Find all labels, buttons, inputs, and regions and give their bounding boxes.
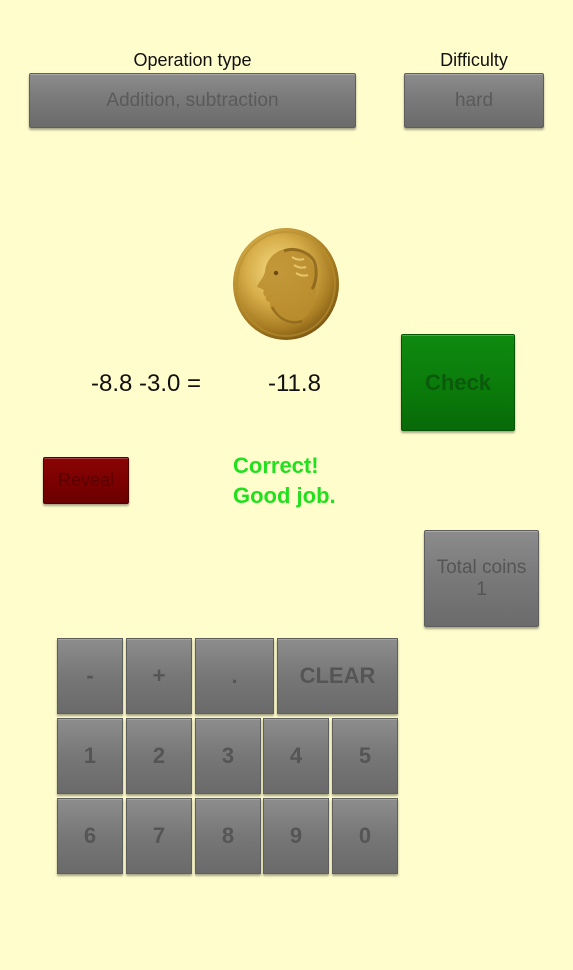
key-4[interactable]: 4 — [263, 718, 329, 794]
reveal-button[interactable]: Reveal — [43, 457, 129, 504]
difficulty-label: Difficulty — [440, 50, 508, 70]
key-plus[interactable]: + — [126, 638, 192, 714]
equation-text: -8.8 -3.0 = — [91, 370, 202, 397]
key-clear[interactable]: CLEAR — [277, 638, 398, 714]
operation-type-selector[interactable]: Addition, subtraction — [29, 73, 356, 128]
key-3[interactable]: 3 — [195, 718, 261, 794]
total-coins-label: Total coins — [436, 556, 527, 578]
feedback-line-good-job: Good job. — [233, 483, 336, 508]
key-dot[interactable]: . — [195, 638, 274, 714]
key-minus[interactable]: - — [57, 638, 123, 714]
key-9[interactable]: 9 — [263, 798, 329, 874]
answer-display: -11.8 — [268, 370, 321, 397]
key-0[interactable]: 0 — [332, 798, 398, 874]
gold-coin-icon — [232, 227, 341, 342]
key-2[interactable]: 2 — [126, 718, 192, 794]
operation-type-label: Operation type — [133, 50, 252, 70]
key-1[interactable]: 1 — [57, 718, 123, 794]
check-button[interactable]: Check — [401, 334, 515, 431]
total-coins-count: 1 — [476, 578, 487, 600]
math-game-screen: Operation type Addition, subtraction Dif… — [0, 0, 573, 970]
total-coins-button[interactable]: Total coins 1 — [424, 530, 539, 627]
key-6[interactable]: 6 — [57, 798, 123, 874]
feedback-message: Correct! Good job. — [233, 451, 336, 511]
feedback-line-correct: Correct! — [233, 453, 319, 478]
difficulty-selector[interactable]: hard — [404, 73, 544, 128]
key-8[interactable]: 8 — [195, 798, 261, 874]
key-7[interactable]: 7 — [126, 798, 192, 874]
key-5[interactable]: 5 — [332, 718, 398, 794]
